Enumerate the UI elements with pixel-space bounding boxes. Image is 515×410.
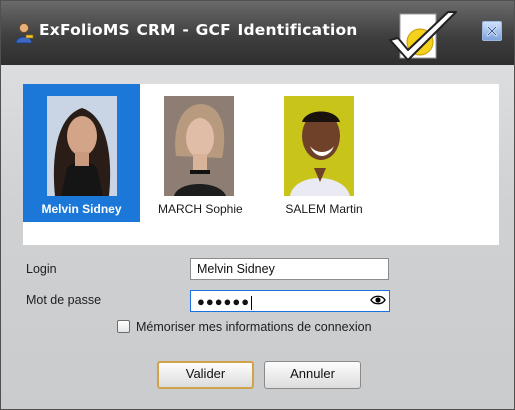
login-label: Login	[26, 262, 57, 276]
user-name: Melvin Sidney	[41, 202, 122, 216]
checkmark-logo-icon	[389, 11, 457, 61]
text-caret	[251, 295, 253, 310]
password-value: ●●●●●●	[197, 294, 251, 309]
cancel-button[interactable]: Annuler	[264, 361, 361, 389]
user-photo	[47, 96, 117, 196]
login-dialog: ExFolioMS CRM - GCF Identification Melvi…	[0, 0, 515, 410]
user-key-icon	[15, 23, 34, 44]
user-card-march-sophie[interactable]: MARCH Sophie	[158, 84, 243, 222]
user-name: SALEM Martin	[285, 202, 363, 216]
user-photo	[284, 96, 354, 196]
eye-icon[interactable]	[370, 294, 386, 306]
password-input[interactable]: ●●●●●●	[190, 290, 390, 312]
close-button[interactable]	[482, 21, 502, 41]
login-value: Melvin Sidney	[197, 262, 275, 276]
user-card-salem-martin[interactable]: SALEM Martin	[274, 84, 374, 222]
remember-checkbox[interactable]	[117, 320, 130, 333]
user-card-melvin-sidney[interactable]: Melvin Sidney	[23, 84, 140, 222]
user-name: MARCH Sophie	[158, 202, 243, 216]
remember-label[interactable]: Mémoriser mes informations de connexion	[136, 320, 372, 334]
title-bar[interactable]: ExFolioMS CRM - GCF Identification	[1, 1, 514, 65]
login-input[interactable]: Melvin Sidney	[190, 258, 389, 280]
user-gallery: Melvin Sidney MARCH Sophie SALEM Martin	[23, 84, 499, 245]
validate-button[interactable]: Valider	[157, 361, 254, 389]
window-title: ExFolioMS CRM - GCF Identification	[39, 21, 358, 39]
user-photo	[164, 96, 234, 196]
password-label: Mot de passe	[26, 293, 102, 307]
close-icon	[486, 25, 498, 37]
